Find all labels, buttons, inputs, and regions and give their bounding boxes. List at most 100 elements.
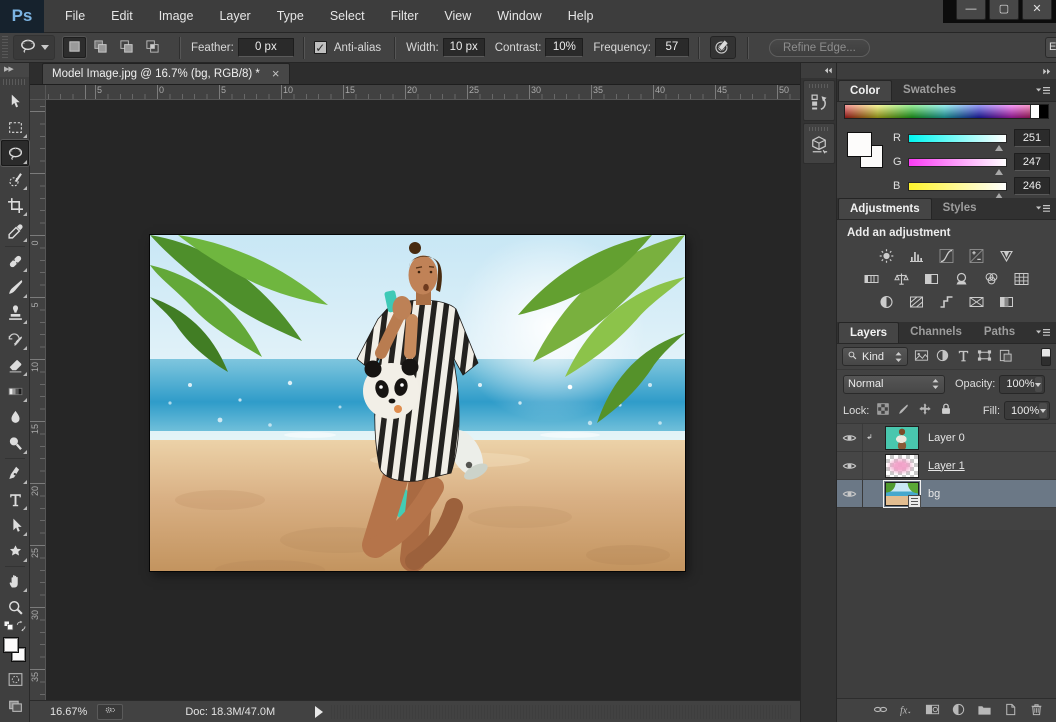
collapse-tools-icon[interactable]: ▶▶ (0, 63, 29, 77)
history-panel-button[interactable] (802, 80, 835, 121)
lock-all-icon[interactable] (939, 402, 953, 419)
close-button[interactable]: ✕ (1022, 0, 1052, 20)
filter-smart-icon[interactable] (998, 348, 1013, 366)
blue-value-field[interactable]: 246 (1014, 177, 1050, 195)
filter-type-icon[interactable] (956, 348, 971, 366)
new-layer-button[interactable] (1003, 702, 1018, 720)
quick-selection-tool[interactable] (1, 166, 29, 192)
menu-type[interactable]: Type (264, 0, 317, 32)
zoom-tool[interactable] (1, 594, 29, 620)
expand-panels-icon[interactable] (823, 66, 833, 75)
maximize-button[interactable]: ▢ (989, 0, 1019, 20)
menu-file[interactable]: File (52, 0, 98, 32)
tablet-pressure-button[interactable] (709, 36, 736, 59)
canvas-pasteboard[interactable] (46, 100, 800, 700)
add-to-selection-button[interactable] (89, 37, 112, 58)
delete-layer-button[interactable] (1029, 702, 1044, 720)
history-brush-tool[interactable] (1, 326, 29, 352)
selective-color-icon[interactable] (996, 293, 1018, 311)
ruler-corner[interactable] (30, 85, 46, 100)
photo-filter-icon[interactable] (951, 270, 973, 288)
foreground-color-swatch[interactable] (847, 132, 872, 157)
menu-help[interactable]: Help (555, 0, 607, 32)
black-white-icon[interactable] (921, 270, 943, 288)
slider-thumb[interactable] (995, 189, 1003, 199)
lock-transparency-icon[interactable] (876, 402, 890, 419)
layer-name[interactable]: Layer 1 (928, 460, 965, 472)
brightness-contrast-icon[interactable] (876, 247, 898, 265)
zoom-level-field[interactable]: 16.67% (50, 706, 87, 718)
chevron-down-icon[interactable] (1034, 376, 1043, 392)
filter-kind-dropdown[interactable]: Kind (842, 347, 908, 366)
foreground-background-swatches[interactable] (2, 636, 28, 666)
blue-slider[interactable] (908, 181, 1007, 199)
layer-row[interactable]: Layer 1 (837, 452, 1056, 480)
menu-select[interactable]: Select (317, 0, 378, 32)
channel-mixer-icon[interactable] (981, 270, 1003, 288)
blur-tool[interactable] (1, 404, 29, 430)
slider-thumb[interactable] (995, 165, 1003, 175)
color-balance-icon[interactable] (891, 270, 913, 288)
rectangular-marquee-tool[interactable] (1, 114, 29, 140)
green-slider[interactable] (908, 157, 1007, 175)
menu-filter[interactable]: Filter (378, 0, 432, 32)
screen-mode-button[interactable] (1, 694, 29, 720)
layer-visibility-toggle[interactable] (837, 452, 863, 479)
close-tab-icon[interactable]: × (272, 67, 280, 80)
curves-icon[interactable] (936, 247, 958, 265)
layer-row[interactable]: Layer 0 (837, 424, 1056, 452)
gradient-map-icon[interactable] (966, 293, 988, 311)
tab-styles[interactable]: Styles (932, 198, 988, 219)
frequency-input[interactable]: 57 (654, 38, 689, 57)
tab-color[interactable]: Color (838, 80, 893, 101)
collapse-panels-icon[interactable] (1042, 67, 1052, 76)
pen-tool[interactable] (1, 460, 29, 486)
eraser-tool[interactable] (1, 352, 29, 378)
fill-dropdown[interactable]: 100% (1004, 401, 1050, 420)
layer-visibility-toggle[interactable] (837, 480, 863, 507)
menu-view[interactable]: View (431, 0, 484, 32)
new-group-button[interactable] (977, 702, 992, 720)
subtract-from-selection-button[interactable] (115, 37, 138, 58)
menu-edit[interactable]: Edit (98, 0, 146, 32)
levels-icon[interactable] (906, 247, 928, 265)
menu-window[interactable]: Window (484, 0, 554, 32)
red-value-field[interactable]: 251 (1014, 129, 1050, 147)
path-selection-tool[interactable] (1, 512, 29, 538)
tool-preset-picker[interactable] (13, 35, 55, 60)
slider-thumb[interactable] (995, 141, 1003, 151)
layer-name[interactable]: bg (928, 488, 940, 500)
3d-panel-button[interactable] (802, 123, 835, 164)
vibrance-icon[interactable] (996, 247, 1018, 265)
refine-edge-button[interactable]: Refine Edge... (768, 38, 870, 57)
swap-colors-icon[interactable] (15, 620, 27, 635)
filter-pixel-icon[interactable] (914, 348, 929, 366)
color-spectrum-ramp[interactable] (844, 104, 1049, 119)
white-swatch[interactable] (1030, 105, 1039, 118)
canvas-image[interactable] (149, 234, 686, 572)
magnetic-lasso-tool[interactable] (1, 140, 29, 166)
layer-name[interactable]: Layer 0 (928, 432, 965, 444)
panel-menu-icon[interactable] (1035, 203, 1053, 215)
vertical-ruler[interactable]: 0 5 10 15 20 25 30 35 (30, 100, 46, 700)
quick-mask-button[interactable] (1, 668, 29, 694)
brush-tool[interactable] (1, 274, 29, 300)
add-mask-button[interactable] (925, 702, 940, 720)
custom-shape-tool[interactable] (1, 538, 29, 567)
lock-position-icon[interactable] (918, 402, 932, 419)
clone-stamp-tool[interactable] (1, 300, 29, 326)
chevron-down-icon[interactable] (1039, 403, 1047, 418)
status-flyout-arrow-icon[interactable] (315, 705, 329, 718)
panel-menu-icon[interactable] (1035, 85, 1053, 97)
panel-menu-icon[interactable] (1035, 327, 1053, 339)
layer-style-fx-button[interactable]: fx (899, 702, 914, 720)
posterize-icon[interactable] (906, 293, 928, 311)
lock-pixels-icon[interactable] (897, 402, 911, 419)
filtering-toggle[interactable] (1041, 347, 1051, 366)
crop-tool[interactable] (1, 192, 29, 218)
workspace-switcher-clipped[interactable]: E (1045, 37, 1056, 58)
red-slider[interactable] (908, 133, 1007, 151)
exposure-icon[interactable] (966, 247, 988, 265)
filter-adjustment-icon[interactable] (935, 348, 950, 366)
black-swatch[interactable] (1039, 105, 1048, 118)
